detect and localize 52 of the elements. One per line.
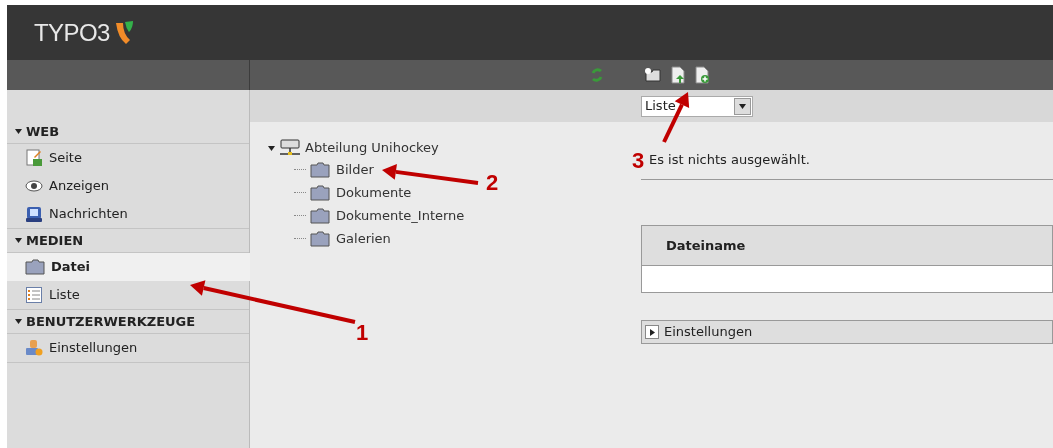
tree-node[interactable]: Abteilung Unihockey [305,138,439,158]
column-header[interactable]: Dateiname [642,235,746,256]
module-label: Anzeigen [49,177,110,196]
expand-icon [648,328,656,336]
module-item[interactable]: Einstellungen [7,334,249,362]
dropdown-button[interactable] [734,97,751,115]
page-edit-icon [25,149,43,167]
module-label: Datei [51,258,91,277]
annotation-number: 2 [486,172,499,194]
triangle-icon [15,318,22,325]
module-item[interactable]: Seite [7,144,249,172]
tree-node[interactable]: Bilder [336,159,374,180]
group-title: BENUTZERWERKZEUGE [26,312,196,331]
folder-icon [25,259,45,275]
group-title: WEB [26,122,60,141]
tree-node[interactable]: Galerien [336,228,391,249]
settings-panel-header[interactable]: Einstellungen [641,320,1053,344]
folder-icon [310,230,330,247]
module-group-header[interactable]: BENUTZERWERKZEUGE [7,310,249,334]
annotation-number: 1 [356,322,369,344]
module-item[interactable]: Nachrichten [7,200,249,228]
server-icon [278,139,302,157]
new-file-icon[interactable] [694,66,710,84]
module-label: Einstellungen [49,339,138,358]
selection-message: Es ist nichts ausgewählt. [649,152,810,167]
tree-node[interactable]: Dokumente [336,182,412,203]
group-title: MEDIEN [26,231,84,250]
module-label: Nachrichten [49,205,128,224]
file-upload-icon[interactable] [670,66,686,84]
triangle-icon [15,128,22,135]
folder-icon [310,184,330,201]
tree-node[interactable]: Dokumente_Interne [336,205,465,226]
module-item[interactable]: Anzeigen [7,172,249,200]
list-icon [25,286,43,304]
folder-icon [310,161,330,178]
user-settings-icon [25,339,43,357]
triangle-icon [15,237,22,244]
logo-text: TYPO3 [34,17,110,48]
folder-icon [310,207,330,224]
module-item[interactable]: Liste [7,281,249,309]
annotation-number: 3 [632,150,645,172]
caret-icon [739,102,746,110]
logo-icon [113,19,134,46]
eye-icon [25,180,43,192]
module-item[interactable]: Datei [7,253,250,281]
screen-icon [25,205,43,223]
module-group-header[interactable]: WEB [7,120,249,144]
module-label: Seite [49,149,82,168]
view-select[interactable]: Liste [641,95,753,117]
expand-button[interactable] [645,325,659,339]
new-folder-icon[interactable] [644,67,662,83]
module-label: Liste [49,286,80,305]
